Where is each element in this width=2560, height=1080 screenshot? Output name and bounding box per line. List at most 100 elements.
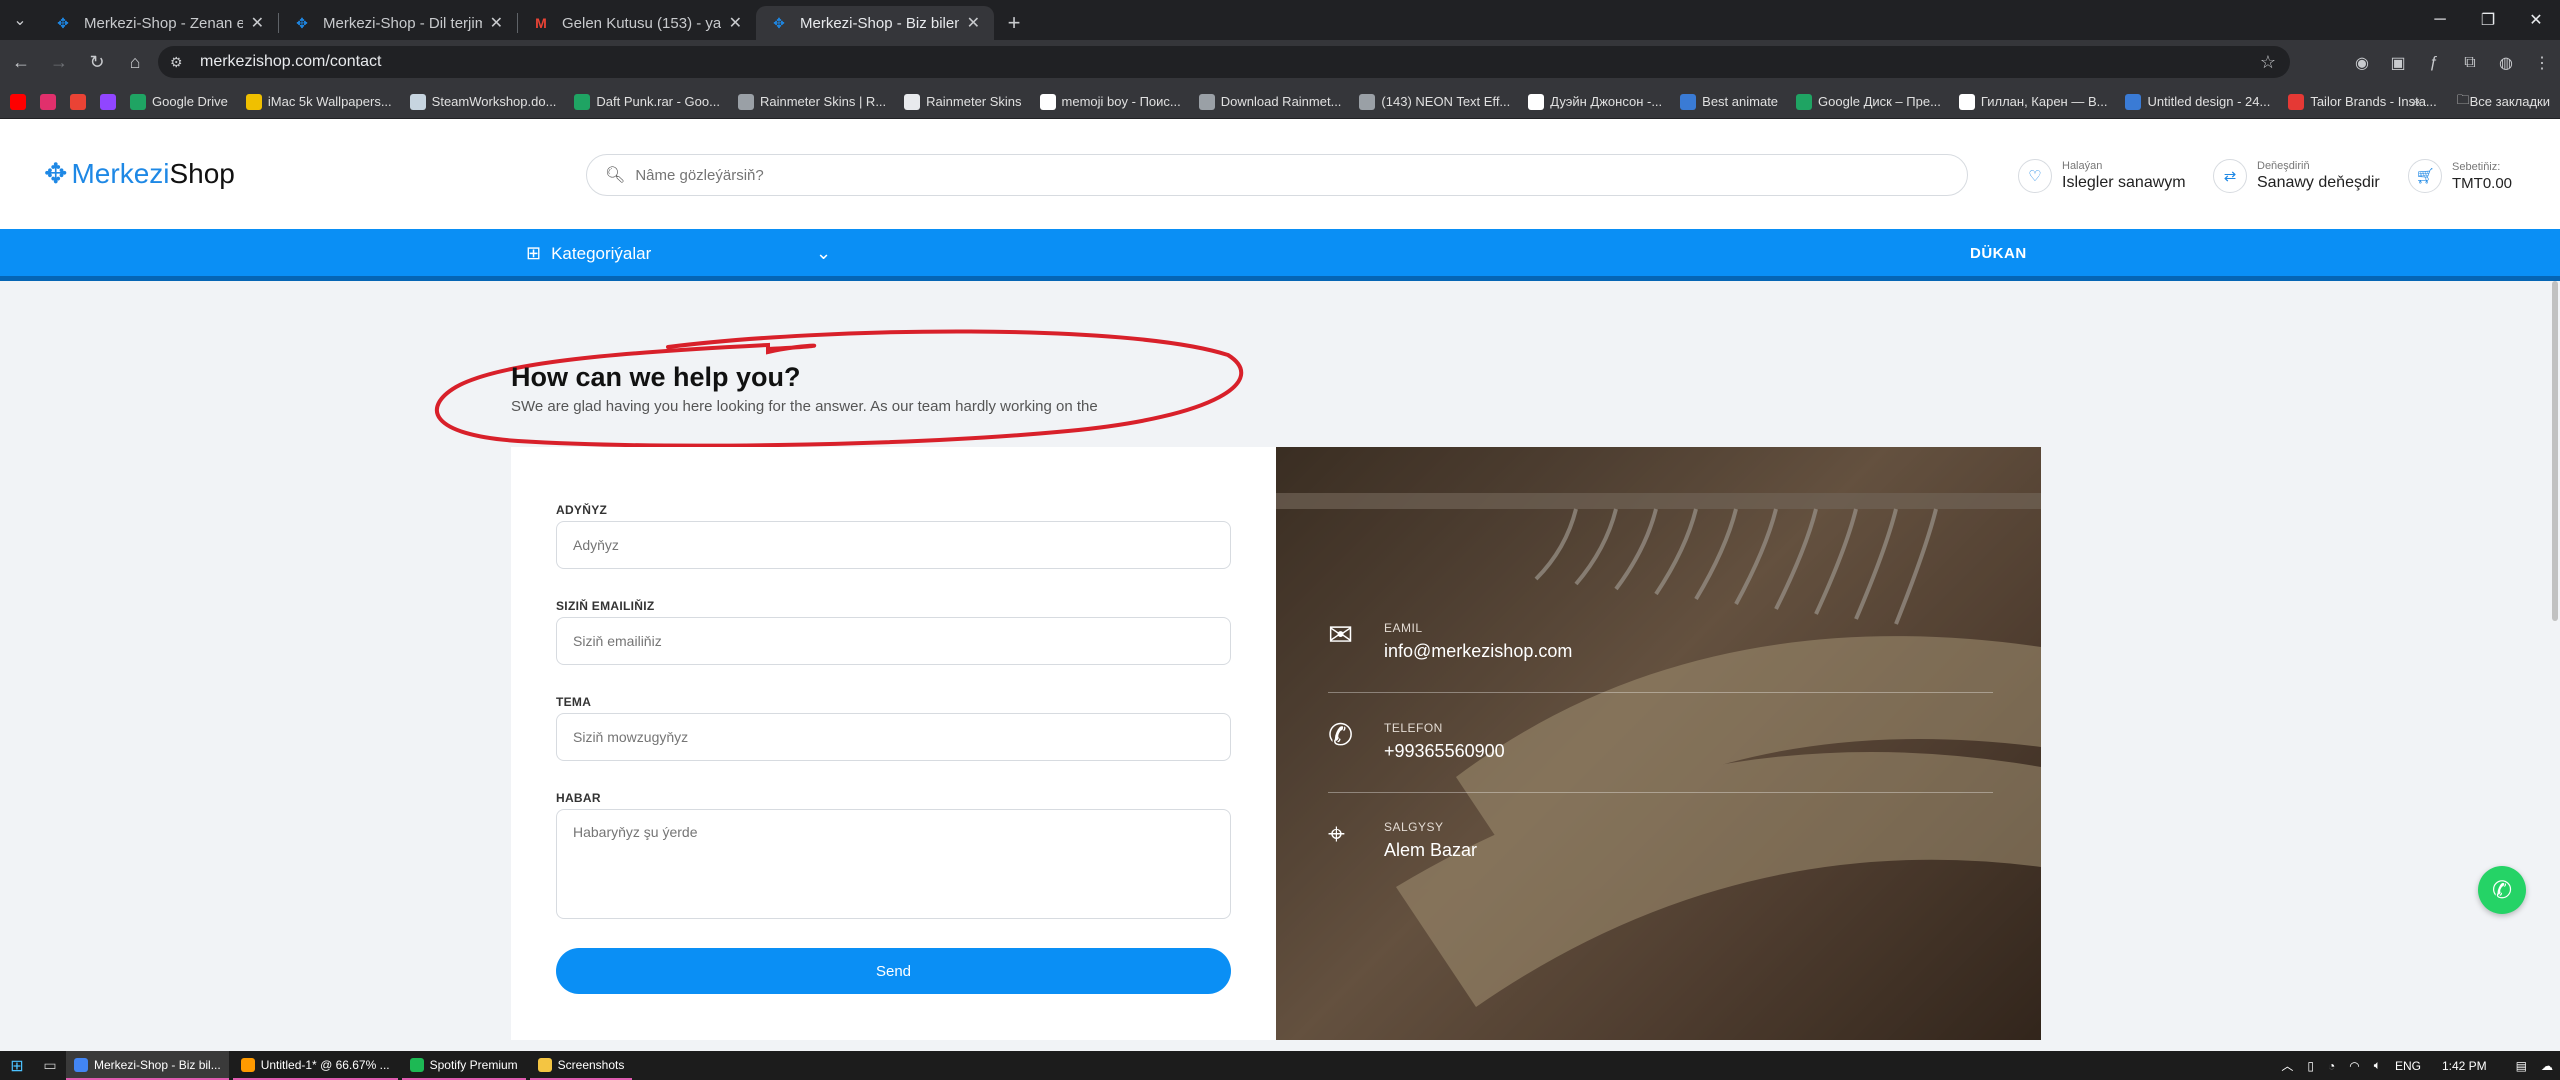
compare-link[interactable]: ⇄ Deňeşdiriň Sanawy deňeşdir (2213, 159, 2380, 193)
taskbar-app-icon (74, 1057, 88, 1072)
network-icon[interactable]: ◔ (2328, 1059, 2335, 1073)
bookmark-item[interactable] (10, 93, 32, 110)
bookmark-item[interactable]: iMac 5k Wallpapers... (245, 93, 392, 110)
cart-link[interactable]: 🛒︎ Sebetiňiz: TMT0.00 (2408, 159, 2512, 193)
bookmark-star-icon[interactable]: ☆ (2260, 52, 2276, 73)
battery-icon[interactable]: ▯ (2307, 1059, 2314, 1073)
notifications-icon[interactable]: ▤ (2516, 1059, 2527, 1073)
name-label: ADYŇYZ (556, 503, 608, 517)
taskbar-app-label: Untitled-1* @ 66.67% ... (260, 1057, 390, 1072)
contact-email-value[interactable]: info@merkezishop.com (1384, 641, 1572, 662)
camera-extension-icon[interactable]: ◉ (2344, 45, 2380, 81)
bookmark-item[interactable]: memoji boy - Поис... (1039, 93, 1181, 110)
search-icon[interactable]: 🔍︎ (605, 165, 625, 185)
bookmark-item[interactable]: SteamWorkshop.do... (409, 93, 556, 110)
bookmarks-overflow-icon[interactable]: » (2411, 93, 2420, 111)
bookmark-item[interactable]: Google Drive (130, 93, 228, 110)
taskbar-app[interactable]: Merkezi-Shop - Biz bil... (66, 1051, 229, 1080)
minimize-icon[interactable]: ─ (2416, 0, 2464, 40)
taskbar-app[interactable]: Screenshots (529, 1051, 633, 1080)
envelope-icon: ✉ (1328, 619, 1354, 652)
merkezi-favicon-icon: ✥ (296, 14, 308, 31)
task-view-icon[interactable]: ▭ (34, 1051, 66, 1080)
bookmark-item[interactable]: (143) NEON Text Eff... (1359, 93, 1510, 110)
send-button[interactable]: Send (556, 948, 1231, 994)
reload-icon[interactable]: ↻ (80, 46, 114, 80)
forward-icon[interactable]: → (42, 46, 76, 80)
page-scrollbar[interactable] (2550, 281, 2560, 1051)
topic-field[interactable] (556, 713, 1231, 761)
logo-text-shop: Shop (169, 157, 235, 189)
volume-icon[interactable]: 🔈︎ (2374, 1058, 2381, 1073)
bookmark-item[interactable]: Гиллан, Карен — В... (1958, 93, 2107, 110)
home-icon[interactable]: ⌂ (118, 46, 152, 80)
bookmark-item[interactable] (40, 93, 62, 110)
address-bar: ← → ↻ ⌂ ⚙ merkezishop.com/contact ☆ ◉ ▣ … (0, 40, 2560, 85)
wishlist-link[interactable]: ♡ Halaýan Islegler sanawym (2018, 159, 2186, 193)
bookmark-item[interactable]: Best animate (1680, 93, 1778, 110)
bookmark-favicon-icon (130, 93, 146, 110)
tab-close-icon[interactable]: ✕ (251, 13, 264, 33)
weather-icon[interactable]: ☁ (2541, 1059, 2553, 1073)
search-input[interactable] (635, 166, 1862, 184)
categories-dropdown[interactable]: ⊞ Kategoriýalar (526, 243, 651, 264)
taskbar-app[interactable]: Untitled-1* @ 66.67% ... (232, 1051, 398, 1080)
compare-caption: Deňeşdiriň (2257, 160, 2310, 172)
shop-nav-link[interactable]: DÜKAN (1970, 245, 2027, 262)
contact-phone-value[interactable]: +99365560900 (1384, 741, 1505, 762)
font-extension-icon[interactable]: ƒ (2416, 45, 2452, 81)
browser-tab-1[interactable]: ✥ Merkezi-Shop - Zenan egin-eşik ✕ (40, 6, 278, 40)
browser-menu-icon[interactable]: ⋮ (2524, 45, 2560, 81)
bookmark-item[interactable] (70, 93, 92, 110)
bookmark-item[interactable]: Download Rainmet... (1198, 93, 1341, 110)
name-field[interactable] (556, 521, 1231, 569)
divider (1328, 692, 1993, 693)
profile-avatar-icon[interactable]: ◍ (2488, 45, 2524, 81)
browser-tab-3[interactable]: M Gelen Kutusu (153) - yardamchy ✕ (518, 6, 756, 40)
url-omnibox[interactable]: ⚙ merkezishop.com/contact ☆ (158, 46, 2290, 78)
bookmark-item[interactable]: Дуэйн Джонсон -... (1528, 93, 1662, 110)
tab-search-icon[interactable]: ⌄ (0, 0, 40, 40)
screen-extension-icon[interactable]: ▣ (2380, 45, 2416, 81)
browser-tab-2[interactable]: ✥ Merkezi-Shop - Dil terjime etme ✕ (279, 6, 517, 40)
windows-start-icon[interactable]: ⊞ (0, 1051, 34, 1080)
bookmark-item[interactable]: Rainmeter Skins (904, 93, 1022, 110)
whatsapp-chat-icon[interactable]: ✆ (2478, 866, 2526, 914)
bookmark-label: Daft Punk.rar - Goo... (596, 94, 720, 109)
url-text[interactable]: merkezishop.com/contact (200, 53, 381, 71)
maximize-icon[interactable]: ❐ (2464, 0, 2512, 40)
merkezishop-logo[interactable]: ✥ Merkezi Shop (44, 157, 235, 190)
tray-chevron-icon[interactable]: ︿ (2281, 1057, 2293, 1074)
taskbar-app[interactable]: Spotify Premium (401, 1051, 526, 1080)
browser-tab-4-active[interactable]: ✥ Merkezi-Shop - Biz bilen habarl ✕ (756, 6, 994, 40)
email-field[interactable] (556, 617, 1231, 665)
bookmark-item[interactable]: Daft Punk.rar - Goo... (574, 93, 720, 110)
bookmark-item[interactable]: Google Диск – Пре... (1796, 93, 1941, 110)
back-icon[interactable]: ← (4, 46, 38, 80)
site-settings-icon[interactable]: ⚙ (170, 54, 192, 71)
chevron-down-icon[interactable]: ⌄ (816, 243, 831, 264)
category-nav-bar: ⊞ Kategoriýalar ⌄ DÜKAN (0, 229, 2560, 281)
wifi-icon[interactable]: ◠ (2349, 1059, 2359, 1073)
scrollbar-thumb[interactable] (2552, 281, 2558, 621)
extensions-puzzle-icon[interactable]: ⧉ (2452, 45, 2488, 81)
clock[interactable]: 1:42 PM (2442, 1059, 2487, 1073)
tab-close-icon[interactable]: ✕ (967, 13, 980, 33)
tab-title: Merkezi-Shop - Zenan egin-eşik (84, 14, 243, 32)
bookmark-favicon-icon (10, 93, 26, 110)
topic-label: TEMA (556, 695, 592, 709)
new-tab-icon[interactable]: + (994, 6, 1034, 40)
message-textarea[interactable] (556, 809, 1231, 919)
message-label: HABAR (556, 791, 601, 805)
wishlist-label: Islegler sanawym (2062, 174, 2186, 191)
taskbar-app-icon (409, 1057, 424, 1072)
tab-close-icon[interactable]: ✕ (490, 13, 503, 33)
bookmark-item[interactable]: Untitled design - 24... (2125, 93, 2270, 110)
close-window-icon[interactable]: ✕ (2512, 0, 2560, 40)
bookmark-favicon-icon (1198, 93, 1215, 110)
bookmark-item[interactable]: Rainmeter Skins | R... (737, 93, 886, 110)
tab-close-icon[interactable]: ✕ (729, 13, 742, 33)
bookmark-item[interactable] (100, 93, 122, 110)
language-indicator[interactable]: ENG (2395, 1059, 2421, 1073)
all-bookmarks-folder[interactable]: 🗀︎ Все закладки (2457, 91, 2550, 113)
